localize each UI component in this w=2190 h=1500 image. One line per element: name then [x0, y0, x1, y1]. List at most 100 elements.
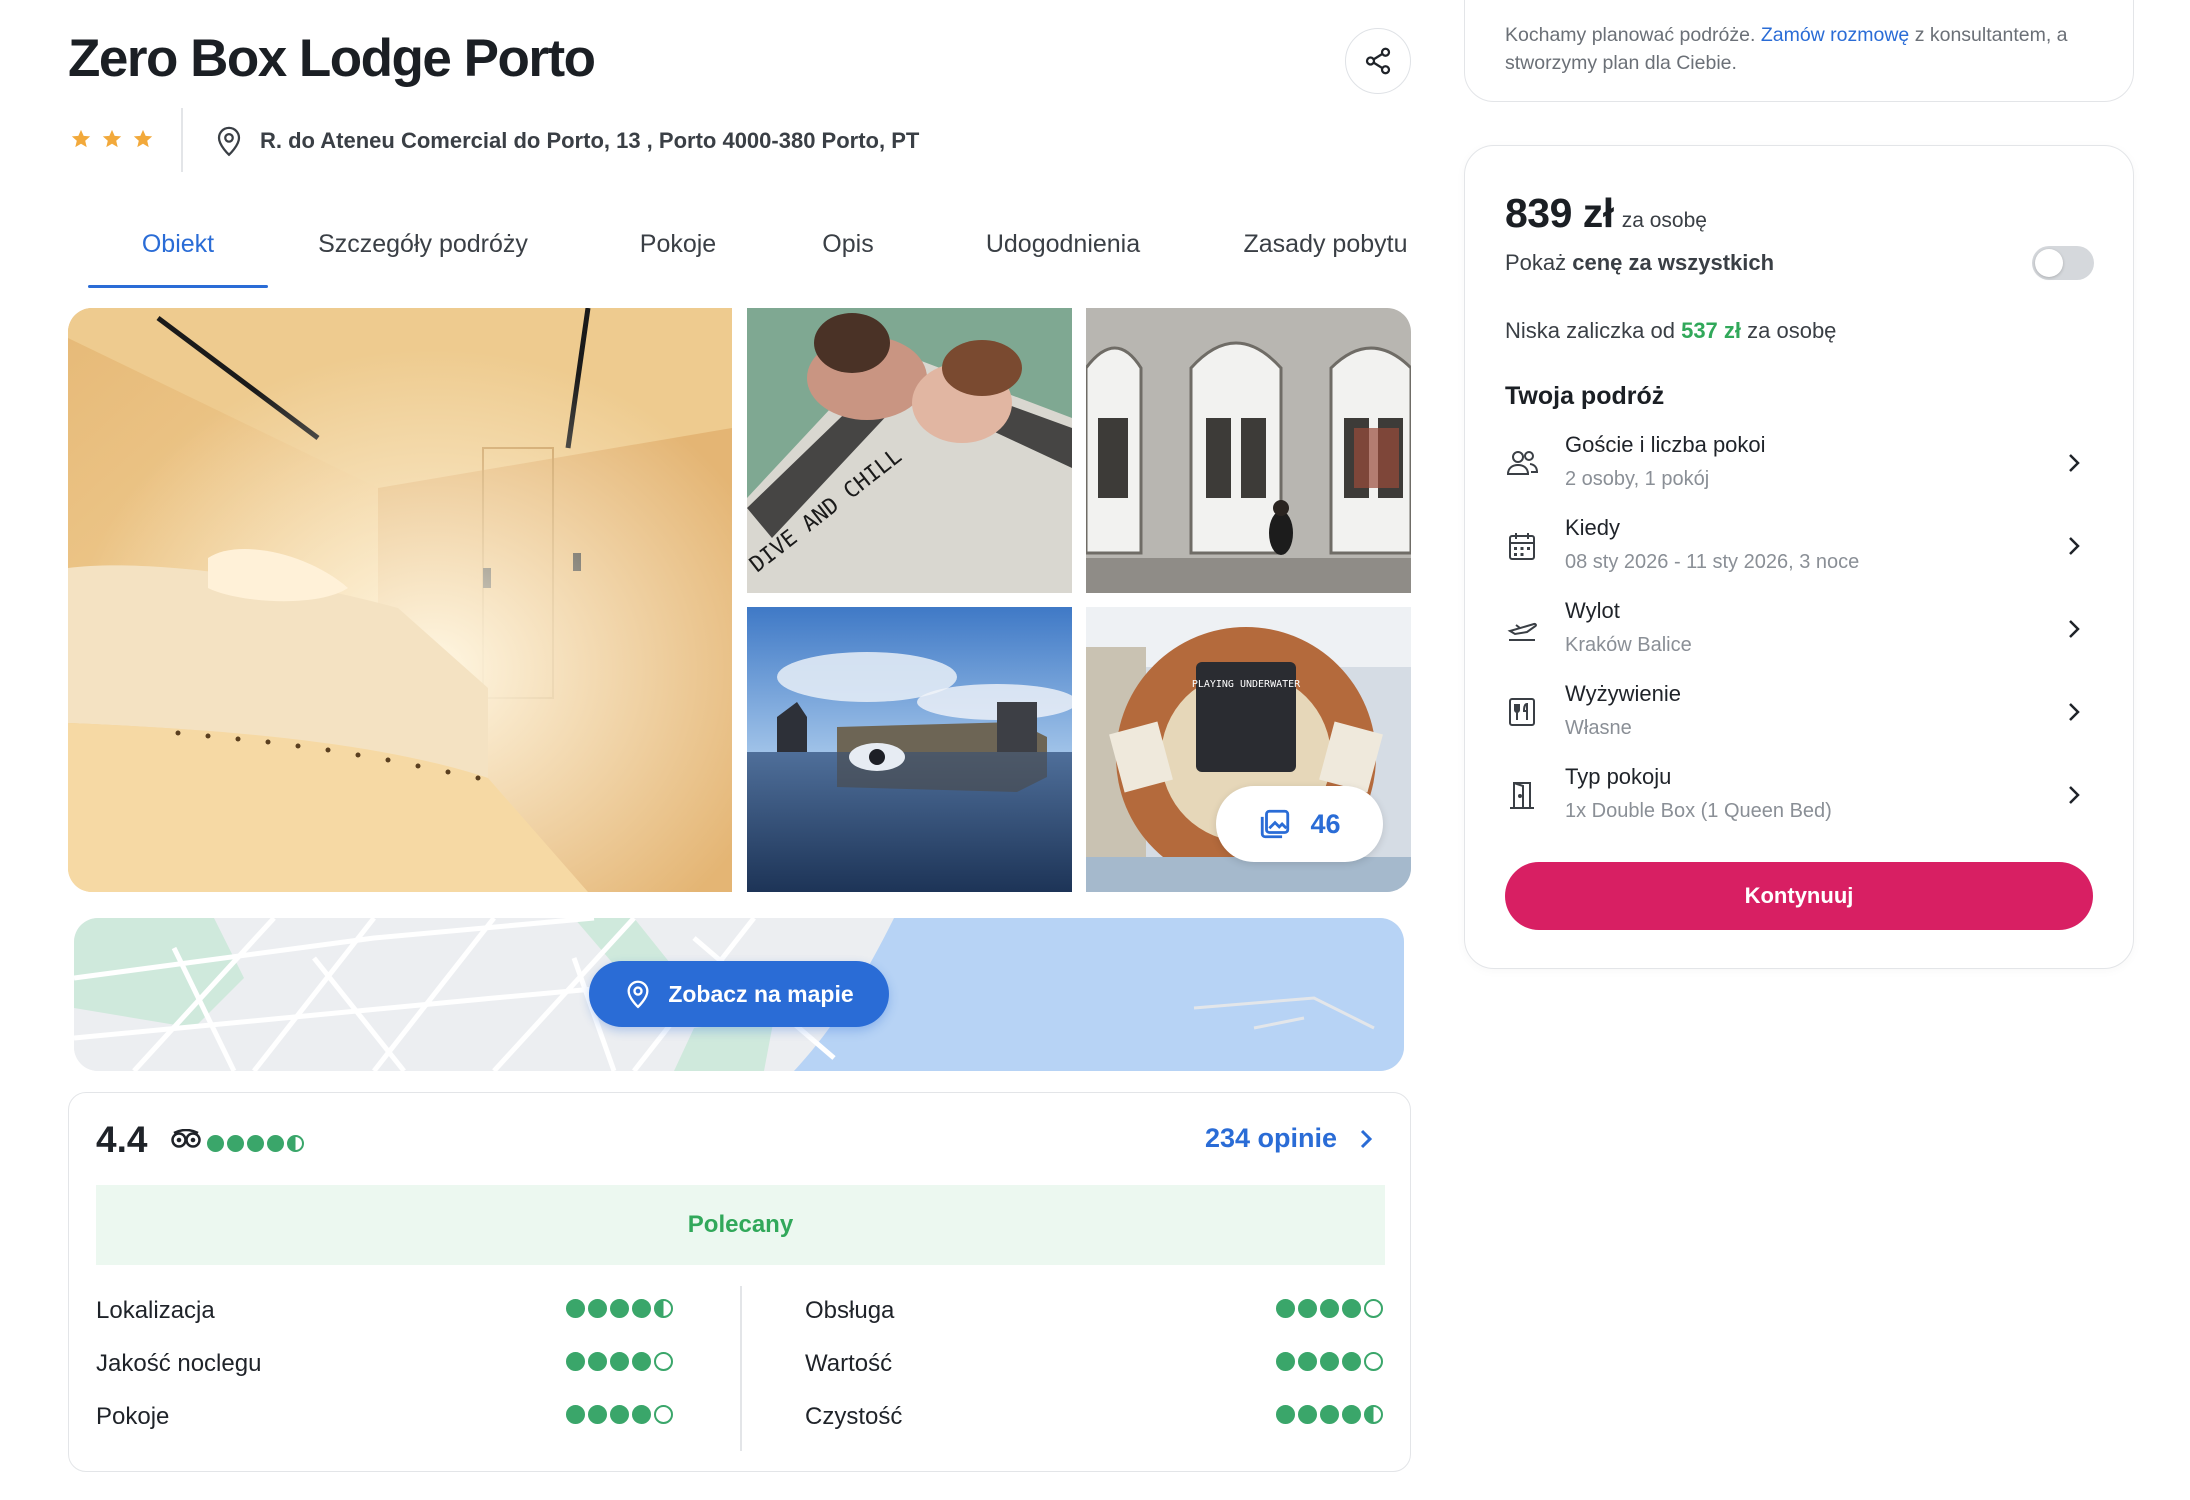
rating-dot-full [566, 1299, 585, 1318]
rating-dot-full [1342, 1405, 1361, 1424]
photo-dive-and-chill[interactable]: DIVE AND CHILL [747, 308, 1072, 593]
guests-icon [1505, 446, 1539, 480]
tab-pokoje[interactable]: Pokoje [623, 220, 733, 288]
trip-item-dates[interactable]: Kiedy 08 sty 2026 - 11 sty 2026, 3 noce [1505, 515, 2105, 593]
rating-dot-empty [1364, 1299, 1383, 1318]
calendar-icon [1505, 529, 1539, 563]
review-category-dots [1276, 1299, 1383, 1318]
deposit-value: 537 zł [1681, 318, 1742, 343]
hotel-title: Zero Box Lodge Porto [68, 29, 596, 88]
review-category-dots [566, 1299, 673, 1318]
chevron-right-icon [2069, 537, 2080, 555]
continue-button[interactable]: Kontynuuj [1505, 862, 2093, 930]
trip-item-label: Goście i liczba pokoi [1565, 432, 1766, 457]
rating-dot-full [267, 1135, 284, 1152]
tab-udogodnienia[interactable]: Udogodnienia [963, 220, 1163, 288]
chevron-right-icon [1360, 1129, 1373, 1148]
rating-dot-full [1298, 1299, 1317, 1318]
photo-gallery: DIVE AND CHILL PLAYING UNDERWATER [68, 308, 1411, 892]
show-on-map-button[interactable]: Zobacz na mapie [589, 961, 889, 1027]
tab-obiekt[interactable]: Obiekt [88, 220, 268, 288]
rating-dot-full [1276, 1299, 1295, 1318]
consultant-text-before: Kochamy planować podróże. [1505, 24, 1761, 46]
trip-item-meals[interactable]: Wyżywienie Własne [1505, 681, 2105, 759]
chevron-right-icon [2069, 786, 2080, 804]
photo-count-button[interactable]: 46 [1216, 786, 1383, 862]
tab-zasady-pobytu[interactable]: Zasady pobytu [1238, 220, 1413, 288]
rating-dot-half [1364, 1405, 1383, 1424]
total-price-toggle-label: Pokaż cenę za wszystkich [1505, 250, 1774, 276]
rating-dot-full [1342, 1352, 1361, 1371]
deposit-prefix: Niska zaliczka od [1505, 318, 1682, 343]
reviews-divider [740, 1286, 742, 1451]
rating-dot-half [654, 1299, 673, 1318]
rating-dot-full [1320, 1405, 1339, 1424]
tab-opis[interactable]: Opis [808, 220, 888, 288]
trip-item-label: Wylot [1565, 598, 1620, 623]
rating-dot-full [566, 1405, 585, 1424]
share-button[interactable] [1345, 28, 1411, 94]
rating-dot-full [610, 1352, 629, 1371]
trip-item-departure[interactable]: Wylot Kraków Balice [1505, 598, 2105, 676]
overall-rating-dots [207, 1135, 304, 1152]
trip-section-title: Twoja podróż [1505, 382, 1665, 410]
star-icon [133, 129, 153, 148]
hotel-address: R. do Ateneu Comercial do Porto, 13 , Po… [214, 124, 919, 158]
chevron-right-icon [2069, 454, 2080, 472]
order-call-link[interactable]: Zamów rozmowę [1761, 24, 1909, 46]
photo-water-reflection[interactable] [747, 607, 1072, 892]
trip-item-label: Typ pokoju [1565, 764, 1672, 789]
toggle-label-bold: cenę za wszystkich [1572, 250, 1775, 275]
star-icon [102, 129, 122, 148]
consultant-text: Kochamy planować podróże. Zamów rozmowę … [1505, 21, 2105, 77]
total-price-toggle[interactable] [2032, 246, 2094, 280]
rating-dot-half [287, 1135, 304, 1152]
rating-dot-full [632, 1299, 651, 1318]
meta-divider [181, 108, 183, 172]
trip-item-label: Kiedy [1565, 515, 1621, 540]
rating-dot-full [1276, 1352, 1295, 1371]
tab-szczegoly-podrozy[interactable]: Szczegóły podróży [308, 220, 538, 288]
rating-dot-full [566, 1352, 585, 1371]
trip-item-room-type[interactable]: Typ pokoju 1x Double Box (1 Queen Bed) [1505, 764, 2105, 842]
rating-dot-full [632, 1352, 651, 1371]
rating-dot-full [1320, 1352, 1339, 1371]
rating-dot-full [588, 1405, 607, 1424]
photo-building-facade[interactable] [1086, 308, 1411, 593]
rating-dot-full [247, 1135, 264, 1152]
price-unit: za osobę [1621, 209, 1707, 232]
rating-dot-empty [654, 1405, 673, 1424]
tab-bar: Obiekt Szczegóły podróży Pokoje Opis Udo… [68, 220, 1413, 288]
booking-card: 839 zł za osobę Pokaż cenę za wszystkich… [1464, 145, 2134, 969]
recommendation-banner: Polecany [96, 1185, 1385, 1265]
reviews-count: 234 opinie [1205, 1123, 1338, 1153]
rating-dot-full [1342, 1299, 1361, 1318]
location-pin-icon [627, 980, 649, 1009]
deposit-suffix: za osobę [1741, 318, 1837, 343]
review-category-dots [566, 1405, 673, 1424]
chevron-right-icon [2069, 620, 2080, 638]
star-icon [71, 129, 91, 148]
rating-dot-full [227, 1135, 244, 1152]
show-on-map-label: Zobacz na mapie [668, 980, 854, 1007]
plane-icon [1505, 612, 1539, 646]
review-category-label: Lokalizacja [96, 1297, 215, 1324]
trip-item-value: 08 sty 2026 - 11 sty 2026, 3 noce [1565, 551, 1860, 573]
photo-room-main[interactable] [68, 308, 732, 892]
review-category-dots [566, 1352, 673, 1371]
review-category-label: Obsługa [805, 1297, 895, 1324]
trip-item-guests[interactable]: Goście i liczba pokoi 2 osoby, 1 pokój [1505, 432, 2105, 510]
toggle-label-prefix: Pokaż [1505, 250, 1573, 275]
tripadvisor-owl-icon [171, 1129, 201, 1148]
hotel-stars [70, 128, 154, 150]
share-icon [1365, 47, 1391, 75]
rating-dot-full [1298, 1352, 1317, 1371]
rating-dot-empty [654, 1352, 673, 1371]
review-category-label: Jakość noclegu [96, 1350, 262, 1377]
rating-dot-full [632, 1405, 651, 1424]
deposit-info: Niska zaliczka od 537 zł za osobę [1505, 318, 1836, 344]
rating-dot-full [588, 1299, 607, 1318]
gallery-icon [1261, 809, 1290, 839]
trip-item-value: 2 osoby, 1 pokój [1565, 468, 1710, 490]
reviews-link[interactable]: 234 opinie [1205, 1123, 1373, 1154]
